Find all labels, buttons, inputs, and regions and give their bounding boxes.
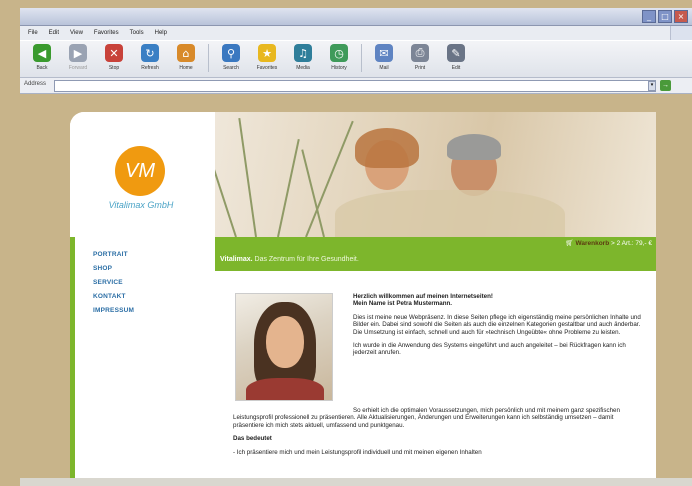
grass-decoration bbox=[238, 118, 257, 237]
windows-logo-icon bbox=[670, 26, 692, 40]
logo[interactable]: VM bbox=[115, 146, 165, 196]
main-nav: PORTRAIT SHOP SERVICE KONTAKT IMPRESSUM bbox=[93, 251, 134, 321]
media-button[interactable]: ♫ Media bbox=[289, 44, 317, 71]
home-icon: ⌂ bbox=[177, 44, 195, 62]
portrait-photo bbox=[235, 293, 333, 401]
sidebar: PORTRAIT SHOP SERVICE KONTAKT IMPRESSUM bbox=[70, 237, 215, 486]
edit-label: Edit bbox=[451, 65, 461, 71]
hero-shirts bbox=[335, 190, 565, 237]
cart-info[interactable]: 🛒︎ Warenkorb > 2 Art.: 79,- € bbox=[565, 239, 652, 247]
back-arrow-icon: ◀ bbox=[33, 44, 51, 62]
menu-file[interactable]: File bbox=[28, 26, 38, 40]
window-background bbox=[0, 0, 20, 486]
stop-button[interactable]: ✕ Stop bbox=[100, 44, 128, 71]
hero-person-woman-hair bbox=[355, 128, 419, 168]
tagline-text: Das Zentrum für Ihre Gesundheit. bbox=[254, 256, 359, 263]
edit-icon: ✎ bbox=[447, 44, 465, 62]
refresh-icon: ↻ bbox=[141, 44, 159, 62]
mail-icon: ✉ bbox=[375, 44, 393, 62]
favorites-label: Favorites bbox=[256, 65, 278, 71]
search-label: Search bbox=[223, 65, 239, 71]
welcome-line-2: Mein Name ist Petra Mustermann. bbox=[353, 300, 453, 308]
nav-shop[interactable]: SHOP bbox=[93, 265, 134, 272]
forward-arrow-icon: ▶ bbox=[69, 44, 87, 62]
grass-decoration bbox=[277, 138, 300, 237]
intro-text: Herzlich willkommen auf meinen Internets… bbox=[353, 293, 641, 363]
menu-favorites[interactable]: Favorites bbox=[94, 26, 119, 40]
print-button[interactable]: ⎙ Print bbox=[406, 44, 434, 71]
back-button[interactable]: ◀ Back bbox=[28, 44, 56, 71]
continued-text: So erhielt ich die optimalen Voraussetzu… bbox=[233, 407, 643, 462]
star-icon: ★ bbox=[258, 44, 276, 62]
tagline-brand: Vitalimax. bbox=[220, 256, 253, 263]
paragraph-3: So erhielt ich die optimalen Voraussetzu… bbox=[233, 407, 620, 429]
menu-tools[interactable]: Tools bbox=[130, 26, 144, 40]
mail-label: Mail bbox=[379, 65, 389, 71]
portrait-shirt bbox=[246, 378, 324, 400]
paragraph-1: Dies ist meine neue Webpräsenz. In diese… bbox=[353, 313, 641, 336]
back-label: Back bbox=[36, 65, 48, 71]
hero-image bbox=[215, 112, 656, 237]
paragraph-2: Ich wurde in die Anwendung des Systems e… bbox=[353, 342, 626, 357]
menu-bar: File Edit View Favorites Tools Help bbox=[20, 26, 692, 40]
nav-service[interactable]: SERVICE bbox=[93, 279, 134, 286]
status-bar bbox=[20, 478, 692, 486]
history-icon: ◷ bbox=[330, 44, 348, 62]
home-button[interactable]: ⌂ Home bbox=[172, 44, 200, 71]
cart-label: Warenkorb bbox=[575, 240, 610, 247]
stop-label: Stop bbox=[108, 65, 120, 71]
refresh-label: Refresh bbox=[141, 65, 159, 71]
nav-kontakt[interactable]: KONTAKT bbox=[93, 293, 134, 300]
welcome-line-1: Herzlich willkommen auf meinen Internets… bbox=[353, 293, 493, 300]
cart-summary: > 2 Art.: 79,- € bbox=[610, 240, 652, 247]
maximize-button[interactable]: □ bbox=[658, 10, 672, 23]
hero-person-man-hair bbox=[447, 134, 501, 160]
home-label: Home bbox=[179, 65, 193, 71]
toolbar-separator bbox=[361, 44, 362, 72]
address-label: Address bbox=[24, 81, 47, 87]
welcome-heading: Herzlich willkommen auf meinen Internets… bbox=[353, 293, 641, 308]
refresh-button[interactable]: ↻ Refresh bbox=[136, 44, 164, 71]
menu-edit[interactable]: Edit bbox=[49, 26, 59, 40]
menu-help[interactable]: Help bbox=[155, 26, 167, 40]
section-heading: Das bedeutet bbox=[233, 435, 272, 443]
history-button[interactable]: ◷ History bbox=[325, 44, 353, 71]
media-icon: ♫ bbox=[294, 44, 312, 62]
forward-label: Forward bbox=[68, 65, 88, 71]
logo-area: VM Vitalimax GmbH bbox=[70, 112, 215, 237]
grass-decoration bbox=[215, 132, 237, 237]
favorites-button[interactable]: ★ Favorites bbox=[253, 44, 281, 71]
toolbar-separator bbox=[208, 44, 209, 72]
go-button[interactable]: → bbox=[660, 80, 671, 91]
minimize-button[interactable]: _ bbox=[642, 10, 656, 23]
menu-view[interactable]: View bbox=[70, 26, 83, 40]
company-name: Vitalimax GmbH bbox=[108, 200, 174, 210]
nav-impressum[interactable]: IMPRESSUM bbox=[93, 307, 134, 314]
portrait-face bbox=[266, 316, 304, 368]
print-icon: ⎙ bbox=[411, 44, 429, 62]
cart-icon: 🛒︎ bbox=[565, 240, 574, 247]
media-label: Media bbox=[296, 65, 310, 71]
edit-button[interactable]: ✎ Edit bbox=[442, 44, 470, 71]
search-button[interactable]: ⚲ Search bbox=[217, 44, 245, 71]
stop-icon: ✕ bbox=[105, 44, 123, 62]
bullet-item: - Ich präsentiere mich und mein Leistung… bbox=[233, 448, 482, 456]
history-label: History bbox=[331, 65, 347, 71]
mail-button[interactable]: ✉ Mail bbox=[370, 44, 398, 71]
forward-button[interactable]: ▶ Forward bbox=[64, 44, 92, 71]
close-button[interactable]: × bbox=[674, 10, 688, 23]
print-label: Print bbox=[414, 65, 426, 71]
address-dropdown-icon[interactable]: ▾ bbox=[648, 81, 656, 91]
tagline: Vitalimax. Das Zentrum für Ihre Gesundhe… bbox=[220, 256, 359, 263]
title-bar: _ □ × bbox=[20, 8, 692, 26]
nav-portrait[interactable]: PORTRAIT bbox=[93, 251, 134, 258]
web-page: VM Vitalimax GmbH 🛒︎ Warenkorb > 2 Art.:… bbox=[70, 112, 656, 486]
tagline-bar: 🛒︎ Warenkorb > 2 Art.: 79,- € Vitalimax.… bbox=[215, 237, 656, 271]
main-content: Herzlich willkommen auf meinen Internets… bbox=[215, 271, 656, 486]
address-input[interactable] bbox=[54, 80, 656, 92]
search-icon: ⚲ bbox=[222, 44, 240, 62]
address-bar: Address ▾ → bbox=[20, 78, 692, 94]
browser-toolbar: ◀ Back ▶ Forward ✕ Stop ↻ Refresh ⌂ Home ⚲ Search ★ F… bbox=[20, 40, 692, 78]
